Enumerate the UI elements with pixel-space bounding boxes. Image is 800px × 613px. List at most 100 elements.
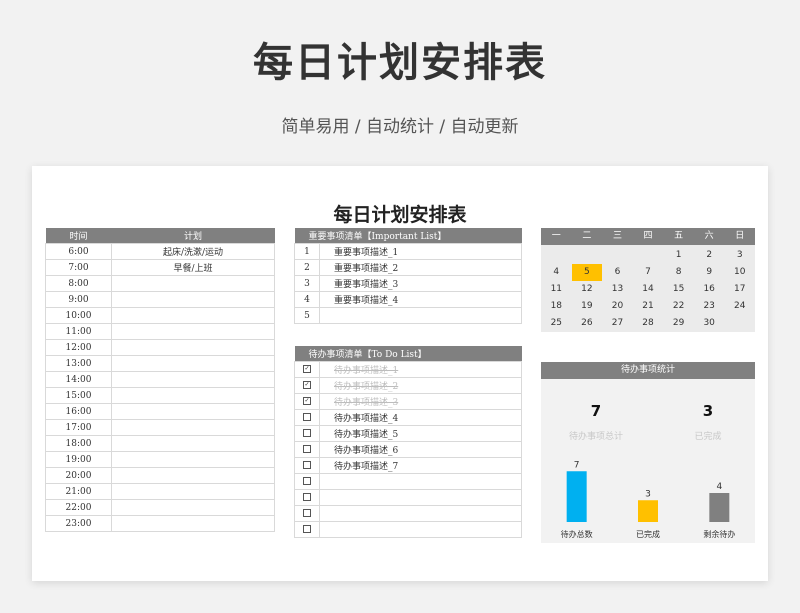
- checked-box-icon[interactable]: ✓: [303, 365, 311, 373]
- todo-checkbox-cell[interactable]: [294, 521, 320, 538]
- checkbox-icon[interactable]: [303, 429, 311, 437]
- item-text[interactable]: [319, 307, 522, 324]
- time-cell[interactable]: 19:00: [45, 451, 112, 468]
- plan-cell[interactable]: [111, 435, 275, 452]
- time-cell[interactable]: 11:00: [45, 323, 112, 340]
- todo-checkbox-cell[interactable]: [294, 505, 320, 522]
- todo-checkbox-cell[interactable]: [294, 409, 320, 426]
- plan-cell[interactable]: [111, 355, 275, 372]
- time-cell[interactable]: 21:00: [45, 483, 112, 500]
- calendar-day[interactable]: 8: [663, 264, 694, 281]
- todo-checkbox-cell[interactable]: [294, 473, 320, 490]
- calendar-day[interactable]: 28: [633, 315, 664, 332]
- todo-checkbox-cell[interactable]: ✓: [294, 377, 320, 394]
- time-cell[interactable]: 10:00: [45, 307, 112, 324]
- item-text[interactable]: [319, 473, 522, 490]
- plan-cell[interactable]: [111, 403, 275, 420]
- item-text[interactable]: [319, 505, 522, 522]
- time-cell[interactable]: 8:00: [45, 275, 112, 292]
- calendar-day[interactable]: 15: [663, 281, 694, 298]
- item-text[interactable]: [319, 521, 522, 538]
- todo-checkbox-cell[interactable]: ✓: [294, 361, 320, 378]
- checkbox-icon[interactable]: [303, 461, 311, 469]
- time-cell[interactable]: 7:00: [45, 259, 112, 276]
- calendar-day[interactable]: 24: [724, 298, 755, 315]
- item-text[interactable]: 待办事项描述_7: [319, 457, 522, 474]
- calendar-day[interactable]: 2: [694, 247, 725, 264]
- plan-cell[interactable]: 起床/洗漱/运动: [111, 243, 275, 260]
- time-cell[interactable]: 22:00: [45, 499, 112, 516]
- todo-checkbox-cell[interactable]: [294, 425, 320, 442]
- calendar-day[interactable]: 4: [541, 264, 572, 281]
- calendar-day[interactable]: 23: [694, 298, 725, 315]
- plan-cell[interactable]: [111, 291, 275, 308]
- calendar-day[interactable]: 3: [724, 247, 755, 264]
- checked-box-icon[interactable]: ✓: [303, 397, 311, 405]
- item-text[interactable]: 待办事项描述_5: [319, 425, 522, 442]
- plan-cell[interactable]: [111, 339, 275, 356]
- plan-cell[interactable]: [111, 515, 275, 532]
- calendar-day[interactable]: 19: [572, 298, 603, 315]
- calendar-day[interactable]: 18: [541, 298, 572, 315]
- plan-cell[interactable]: [111, 419, 275, 436]
- calendar-day[interactable]: 26: [572, 315, 603, 332]
- calendar-day[interactable]: 11: [541, 281, 572, 298]
- calendar-day[interactable]: 13: [602, 281, 633, 298]
- item-text[interactable]: 重要事项描述_2: [319, 259, 522, 276]
- checked-box-icon[interactable]: ✓: [303, 381, 311, 389]
- calendar-day[interactable]: 14: [633, 281, 664, 298]
- time-cell[interactable]: 18:00: [45, 435, 112, 452]
- time-cell[interactable]: 14:00: [45, 371, 112, 388]
- item-text[interactable]: 重要事项描述_3: [319, 275, 522, 292]
- time-cell[interactable]: 9:00: [45, 291, 112, 308]
- time-cell[interactable]: 16:00: [45, 403, 112, 420]
- plan-cell[interactable]: [111, 387, 275, 404]
- todo-checkbox-cell[interactable]: ✓: [294, 393, 320, 410]
- todo-checkbox-cell[interactable]: [294, 489, 320, 506]
- calendar-day[interactable]: 7: [633, 264, 664, 281]
- time-cell[interactable]: 20:00: [45, 467, 112, 484]
- item-text[interactable]: 重要事项描述_1: [319, 243, 522, 260]
- checkbox-icon[interactable]: [303, 525, 311, 533]
- plan-cell[interactable]: [111, 307, 275, 324]
- item-text[interactable]: 重要事项描述_4: [319, 291, 522, 308]
- time-cell[interactable]: 12:00: [45, 339, 112, 356]
- plan-cell[interactable]: [111, 371, 275, 388]
- calendar-day[interactable]: 25: [541, 315, 572, 332]
- plan-cell[interactable]: [111, 451, 275, 468]
- calendar-day[interactable]: 16: [694, 281, 725, 298]
- calendar-day[interactable]: 12: [572, 281, 603, 298]
- plan-cell[interactable]: [111, 483, 275, 500]
- time-cell[interactable]: 17:00: [45, 419, 112, 436]
- time-cell[interactable]: 13:00: [45, 355, 112, 372]
- item-text[interactable]: 待办事项描述_3: [319, 393, 522, 410]
- item-text[interactable]: 待办事项描述_4: [319, 409, 522, 426]
- calendar-day[interactable]: 30: [694, 315, 725, 332]
- time-cell[interactable]: 15:00: [45, 387, 112, 404]
- checkbox-icon[interactable]: [303, 445, 311, 453]
- todo-checkbox-cell[interactable]: [294, 441, 320, 458]
- plan-cell[interactable]: 早餐/上班: [111, 259, 275, 276]
- item-text[interactable]: [319, 489, 522, 506]
- calendar-day[interactable]: 6: [602, 264, 633, 281]
- plan-cell[interactable]: [111, 275, 275, 292]
- plan-cell[interactable]: [111, 323, 275, 340]
- item-text[interactable]: 待办事项描述_1: [319, 361, 522, 378]
- calendar-day[interactable]: 20: [602, 298, 633, 315]
- calendar-day[interactable]: 10: [724, 264, 755, 281]
- time-cell[interactable]: 6:00: [45, 243, 112, 260]
- time-cell[interactable]: 23:00: [45, 515, 112, 532]
- item-text[interactable]: 待办事项描述_2: [319, 377, 522, 394]
- calendar-day[interactable]: 29: [663, 315, 694, 332]
- checkbox-icon[interactable]: [303, 477, 311, 485]
- item-text[interactable]: 待办事项描述_6: [319, 441, 522, 458]
- calendar-day[interactable]: 21: [633, 298, 664, 315]
- checkbox-icon[interactable]: [303, 509, 311, 517]
- calendar-day[interactable]: 1: [663, 247, 694, 264]
- calendar-day[interactable]: 17: [724, 281, 755, 298]
- plan-cell[interactable]: [111, 467, 275, 484]
- calendar-day[interactable]: 27: [602, 315, 633, 332]
- calendar-day[interactable]: 22: [663, 298, 694, 315]
- checkbox-icon[interactable]: [303, 413, 311, 421]
- plan-cell[interactable]: [111, 499, 275, 516]
